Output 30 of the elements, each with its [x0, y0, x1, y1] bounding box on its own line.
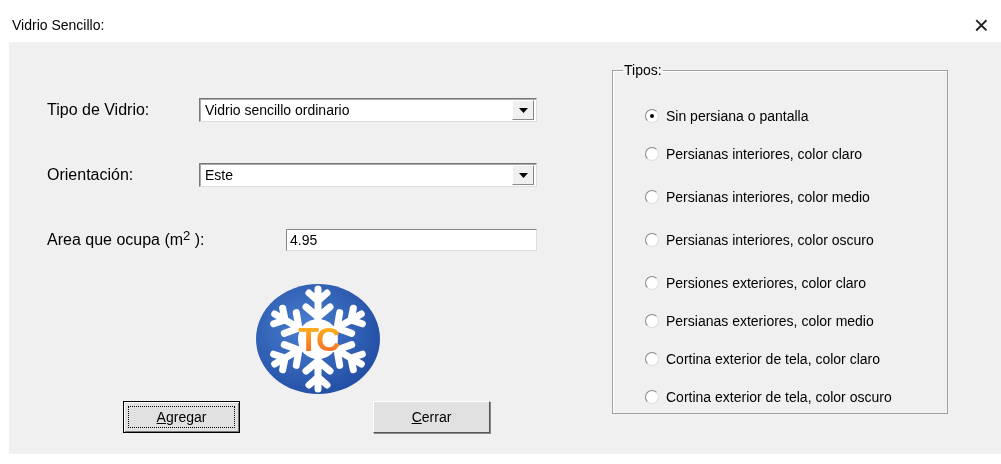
- snowflake-logo: TC: [255, 283, 381, 395]
- radio-option[interactable]: Cortina exterior de tela, color oscuro: [645, 389, 947, 405]
- radio-option[interactable]: Persianas exteriores, color medio: [645, 313, 947, 329]
- dropdown[interactable]: Este: [199, 163, 537, 187]
- radio-button[interactable]: [645, 314, 659, 328]
- dialog-button[interactable]: Agregar: [123, 401, 240, 433]
- radio-button[interactable]: [645, 190, 659, 204]
- dropdown[interactable]: Vidrio sencillo ordinario: [199, 98, 537, 122]
- dropdown-arrow-icon: [518, 172, 528, 178]
- radio-option[interactable]: Persianas interiores, color medio: [645, 189, 947, 205]
- field-label: Tipo de Vidrio:: [47, 100, 151, 120]
- dropdown-arrow-icon: [518, 107, 528, 113]
- field-label: Orientación:: [47, 165, 135, 185]
- radio-button[interactable]: [645, 352, 659, 366]
- field-label: Area que ocupa (m$^{2}$ ):: [47, 227, 205, 250]
- dialog-button[interactable]: Cerrar: [373, 401, 490, 433]
- radio-button[interactable]: [645, 233, 659, 247]
- group-title: Tipos:: [623, 62, 663, 78]
- radio-button[interactable]: [645, 109, 659, 123]
- radio-option[interactable]: Sin persiana o pantalla: [645, 108, 947, 124]
- radio-button[interactable]: [645, 276, 659, 290]
- input-field[interactable]: 4.95: [286, 229, 537, 251]
- close-button[interactable]: ×: [969, 12, 993, 38]
- radio-option[interactable]: Persiones exteriores, color claro: [645, 275, 947, 291]
- radio-option[interactable]: Persianas interiores, color claro: [645, 146, 947, 162]
- radio-button[interactable]: [645, 147, 659, 161]
- radio-option[interactable]: Persianas interiores, color oscuro: [645, 232, 947, 248]
- radio-button[interactable]: [645, 390, 659, 404]
- radio-option[interactable]: Cortina exterior de tela, color claro: [645, 351, 947, 367]
- window-title: Vidrio Sencillo:: [12, 16, 105, 33]
